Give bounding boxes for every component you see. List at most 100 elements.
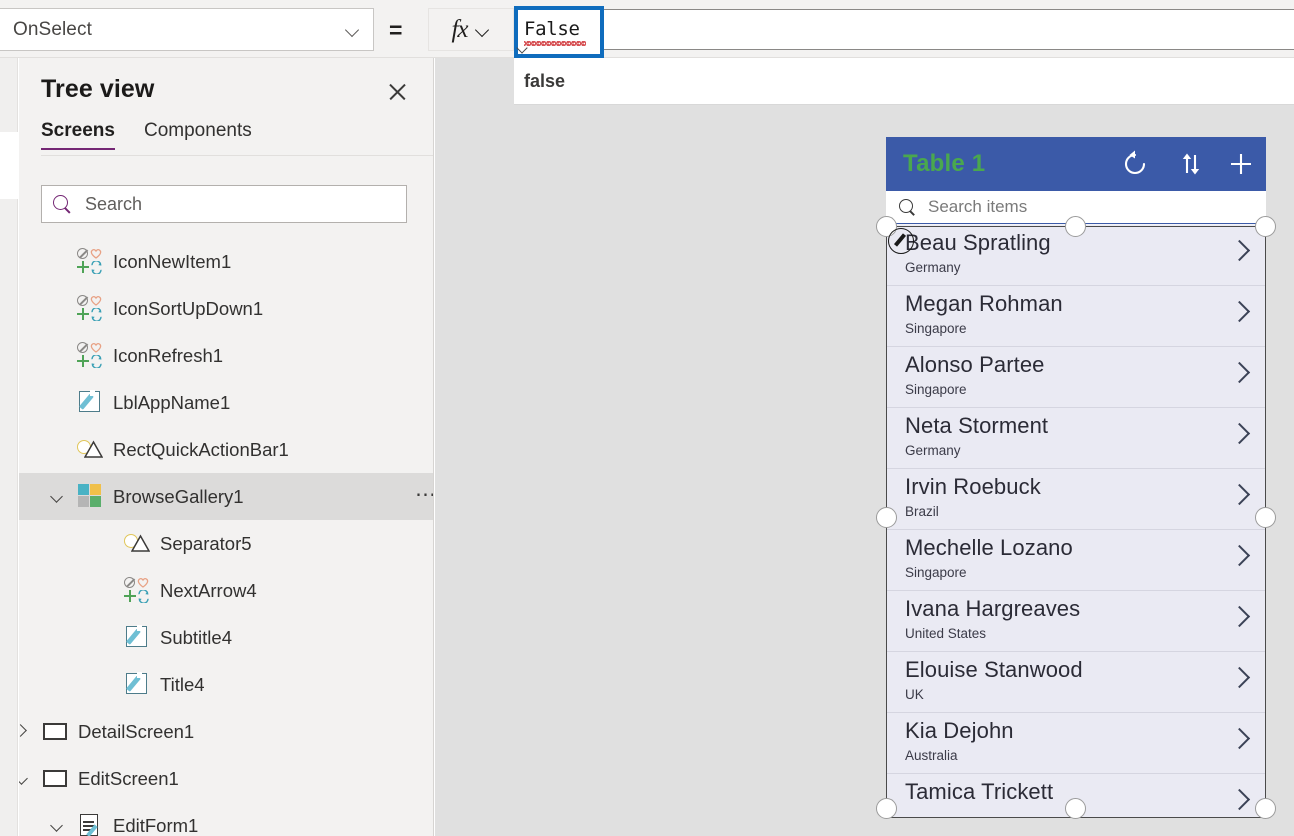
tree-item-label: Subtitle4 (160, 626, 232, 648)
edit-pen-cursor-icon (888, 228, 918, 258)
tree-item-label: DetailScreen1 (78, 720, 195, 742)
next-arrow-icon[interactable] (1230, 486, 1247, 503)
next-arrow-icon[interactable] (1230, 669, 1247, 686)
rail-active-indicator[interactable] (0, 132, 18, 199)
search-input[interactable] (83, 192, 383, 216)
tree-item-iconnewitem1[interactable]: IconNewItem1 (19, 238, 433, 285)
shape-icon (124, 530, 151, 556)
resize-handle-middle-right[interactable] (1255, 507, 1276, 528)
close-icon[interactable] (383, 78, 411, 106)
resize-handle-top-right[interactable] (1255, 216, 1276, 237)
property-selector-value: OnSelect (13, 18, 92, 40)
tab-components[interactable]: Components (144, 120, 252, 150)
resize-handle-middle-left[interactable] (876, 507, 897, 528)
next-arrow-icon[interactable] (1230, 242, 1247, 259)
resize-handle-bottom-right[interactable] (1255, 798, 1276, 819)
gallery-row-title: Beau Spratling (905, 230, 1051, 255)
tree-item-label: EditForm1 (113, 814, 199, 836)
gallery-icon (77, 483, 103, 509)
gallery-row[interactable]: Ivana Hargreaves United States (886, 591, 1266, 652)
gallery-row-title: Ivana Hargreaves (905, 596, 1081, 621)
chevron-down-icon[interactable] (19, 770, 30, 786)
label-icon (77, 389, 103, 415)
tree-item-label: Title4 (160, 673, 205, 695)
tree-item-lblappname1[interactable]: LblAppName1 (19, 379, 433, 426)
tree-item-nextarrow4[interactable]: NextArrow4 (19, 567, 433, 614)
gallery-row-subtitle: Germany (905, 260, 961, 275)
property-selector-dropdown[interactable]: OnSelect (0, 8, 374, 51)
tree-item-iconsortupdown1[interactable]: IconSortUpDown1 (19, 285, 433, 332)
tree-item-label: NextArrow4 (160, 579, 257, 601)
resize-handle-bottom-left[interactable] (876, 798, 897, 819)
formula-input[interactable] (514, 9, 1294, 50)
label-icon (124, 671, 150, 697)
tree-item-title4[interactable]: Title4 (19, 661, 433, 708)
formula-suggestion-label: false (524, 70, 566, 91)
tree-item-detailscreen1[interactable]: DetailScreen1 (19, 708, 433, 755)
tree-item-label: LblAppName1 (113, 391, 231, 413)
tab-screens[interactable]: Screens (41, 120, 115, 150)
gallery-row[interactable]: Neta Storment Germany (886, 408, 1266, 469)
search-icon (899, 198, 916, 216)
search-icon (53, 194, 72, 214)
formula-text: False (524, 18, 580, 40)
next-arrow-icon[interactable] (1230, 364, 1247, 381)
gallery-row[interactable]: Irvin Roebuck Brazil (886, 469, 1266, 530)
gallery-search-placeholder: Search items (928, 197, 1028, 216)
gallery-row[interactable]: Mechelle Lozano Singapore (886, 530, 1266, 591)
gallery-row-title: Kia Dejohn (905, 718, 1014, 743)
tree-search-box[interactable] (41, 185, 407, 223)
gallery-row[interactable]: Elouise Stanwood UK (886, 652, 1266, 713)
left-rail (0, 58, 18, 836)
formula-suggestion-item[interactable]: false (514, 58, 1294, 105)
tree-item-browsegallery1[interactable]: BrowseGallery1 ⋯ (19, 473, 433, 520)
gallery-row-subtitle: Germany (905, 443, 961, 458)
gallery-header: Table 1 (886, 137, 1266, 190)
gallery-row-subtitle: Australia (905, 748, 958, 763)
next-arrow-icon[interactable] (1230, 608, 1247, 625)
tree-item-separator5[interactable]: Separator5 (19, 520, 433, 567)
add-icon[interactable] (1226, 149, 1256, 179)
gallery-row-title: Irvin Roebuck (905, 474, 1041, 499)
sort-up-down-icon[interactable] (1176, 149, 1206, 179)
gallery-row-subtitle: Singapore (905, 321, 967, 336)
refresh-icon[interactable] (1120, 149, 1150, 179)
fx-button[interactable]: fx (428, 8, 514, 51)
gallery-row[interactable]: Alonso Partee Singapore (886, 347, 1266, 408)
tree-item-editscreen1[interactable]: EditScreen1 (19, 755, 433, 802)
tree-item-editform1[interactable]: EditForm1 (19, 802, 433, 836)
text-cursor-icon (518, 44, 528, 56)
chevron-right-icon[interactable] (19, 723, 30, 739)
resize-handle-bottom-center[interactable] (1065, 798, 1086, 819)
browse-gallery[interactable]: Table 1 Search items Beau Spratling Germ… (886, 137, 1266, 818)
gallery-row-title: Tamica Trickett (905, 779, 1054, 804)
gallery-row[interactable]: Kia Dejohn Australia (886, 713, 1266, 774)
next-arrow-icon[interactable] (1230, 425, 1247, 442)
next-arrow-icon[interactable] (1230, 791, 1247, 808)
gallery-row[interactable]: Megan Rohman Singapore (886, 286, 1266, 347)
tree-item-label: IconSortUpDown1 (113, 297, 264, 319)
resize-handle-top-center[interactable] (1065, 216, 1086, 237)
tree-view-tabs: Screens Components (19, 120, 433, 156)
tabs-divider (41, 155, 433, 156)
control-icon (77, 342, 103, 368)
tree-item-label: Separator5 (160, 532, 252, 554)
tree-item-more-icon[interactable]: ⋯ (415, 484, 433, 506)
chevron-down-icon[interactable] (49, 488, 65, 504)
formula-bar: OnSelect = fx False (0, 0, 1294, 58)
tree-item-list: IconNewItem1 IconSortUpDown1 IconRefresh1 L… (19, 238, 433, 836)
tree-item-label: IconNewItem1 (113, 250, 232, 272)
next-arrow-icon[interactable] (1230, 547, 1247, 564)
gallery-row-subtitle: United States (905, 626, 987, 641)
gallery-row-title: Megan Rohman (905, 291, 1063, 316)
tree-item-iconrefresh1[interactable]: IconRefresh1 (19, 332, 433, 379)
tree-item-rectquickactionbar1[interactable]: RectQuickActionBar1 (19, 426, 433, 473)
chevron-down-icon[interactable] (49, 817, 65, 833)
tree-item-subtitle4[interactable]: Subtitle4 (19, 614, 433, 661)
gallery-title: Table 1 (903, 150, 986, 177)
power-apps-studio: OnSelect = fx False false Tree view Scre… (0, 0, 1294, 836)
control-icon (77, 295, 103, 321)
form-icon (77, 812, 103, 836)
next-arrow-icon[interactable] (1230, 730, 1247, 747)
next-arrow-icon[interactable] (1230, 303, 1247, 320)
